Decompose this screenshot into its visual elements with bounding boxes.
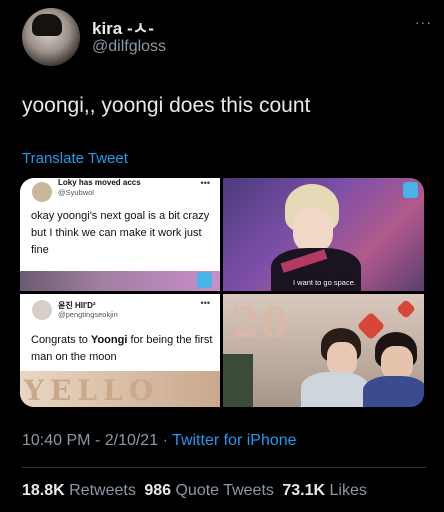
person-body (301, 372, 369, 407)
quote-tweets-stat[interactable]: 986 Quote Tweets (144, 482, 274, 499)
vlive-logo-icon (197, 272, 212, 288)
video-subtitle: I want to go space. (293, 278, 356, 287)
tweet-text: yoongi,, yoongi does this count (22, 94, 311, 117)
retweets-stat[interactable]: 18.8K Retweets (22, 482, 136, 499)
user-handle[interactable]: @dilfgloss (92, 38, 166, 56)
embedded-display-name: Loky has moved accs (58, 178, 141, 187)
embedded-avatar (32, 300, 52, 320)
person-face (293, 208, 333, 252)
more-options-icon[interactable]: ··· (415, 14, 432, 30)
meta-separator: - (94, 432, 105, 449)
embedded-more-icon: ••• (200, 178, 210, 188)
balloon-numbers: 20 (231, 300, 291, 347)
media-image-1[interactable]: Loky has moved accs @Syubwol ••• okay yo… (20, 178, 220, 291)
media-image-3[interactable]: 윤진 HII'D² @pengtingseokjin ••• Congrats … (20, 294, 220, 407)
tweet-date[interactable]: 2/10/21 (105, 432, 158, 449)
media-grid: Loky has moved accs @Syubwol ••• okay yo… (20, 178, 424, 407)
display-name[interactable]: kira -ㅅ- (92, 14, 154, 39)
tweet-header: kira -ㅅ- @dilfgloss ··· (22, 8, 432, 70)
embedded-handle: @Syubwol (58, 188, 94, 197)
vlive-logo-icon (403, 182, 418, 198)
likes-count: 73.1K (282, 482, 326, 499)
embedded-image-strip (20, 271, 220, 291)
quote-tweets-count: 986 (144, 482, 172, 499)
avatar[interactable] (22, 8, 80, 66)
embedded-tweet-text: Congrats to Yoongi for being the first m… (31, 334, 213, 364)
retweets-label: Retweets (69, 482, 136, 499)
person-face (327, 342, 357, 376)
retweets-count: 18.8K (22, 482, 65, 499)
likes-label: Likes (329, 482, 367, 499)
embedded-more-icon: ••• (200, 298, 210, 308)
balloon-letters: YELLO (24, 374, 160, 407)
translate-tweet-link[interactable]: Translate Tweet (22, 150, 128, 167)
person-face (381, 346, 413, 380)
media-image-2[interactable]: I want to go space. (223, 178, 424, 291)
engagement-stats: 18.8K Retweets 986 Quote Tweets 73.1K Li… (22, 482, 371, 500)
likes-stat[interactable]: 73.1K Likes (282, 482, 367, 499)
tweet-time[interactable]: 10:40 PM (22, 432, 90, 449)
tweet-metadata: 10:40 PM - 2/10/21 · Twitter for iPhone (22, 432, 297, 450)
person-body (223, 354, 253, 407)
quote-tweets-label: Quote Tweets (175, 482, 274, 499)
tweet-source-link[interactable]: Twitter for iPhone (172, 432, 297, 449)
meta-separator: · (162, 432, 168, 449)
divider (22, 467, 426, 468)
embedded-tweet-text: okay yoongi's next goal is a bit crazy b… (31, 210, 210, 257)
embedded-avatar (32, 182, 52, 202)
person-body (363, 376, 424, 407)
media-image-4[interactable]: 20 (223, 294, 424, 407)
embedded-handle: @pengtingseokjin (58, 310, 118, 319)
heart-balloon-icon (396, 299, 416, 319)
